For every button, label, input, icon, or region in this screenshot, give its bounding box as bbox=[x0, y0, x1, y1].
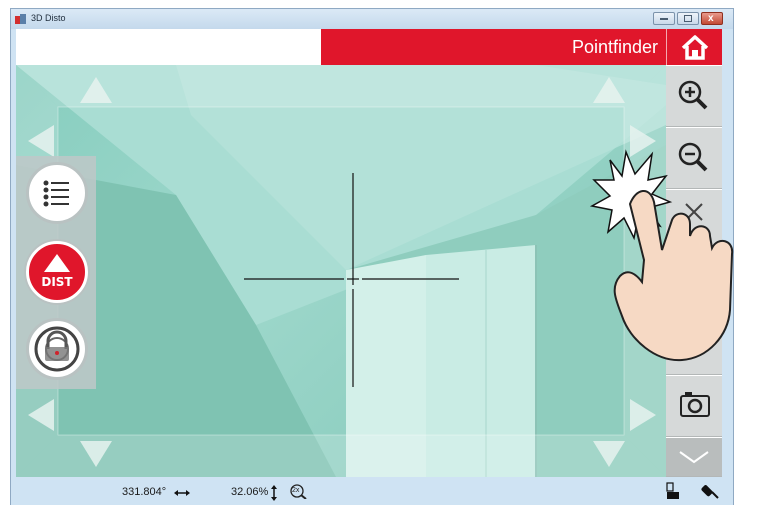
vertical-percent: 32.06% bbox=[231, 486, 269, 498]
pan-up-left-icon[interactable] bbox=[78, 75, 114, 105]
dist-label: DIST bbox=[41, 275, 73, 289]
horizontal-angle: 331.804° bbox=[122, 486, 167, 498]
header-blank bbox=[16, 29, 321, 65]
target-lock-icon bbox=[34, 326, 80, 372]
pan-right-bottom-icon[interactable] bbox=[628, 397, 658, 433]
list-button[interactable] bbox=[26, 162, 88, 224]
minimize-button[interactable] bbox=[653, 12, 675, 25]
list-icon bbox=[43, 180, 69, 207]
camera-scene bbox=[16, 65, 666, 477]
pan-up-right-icon[interactable] bbox=[591, 75, 627, 105]
maximize-button[interactable] bbox=[677, 12, 699, 25]
triangle-up-icon bbox=[44, 254, 70, 272]
home-icon bbox=[681, 35, 709, 60]
tap-gesture-icon bbox=[590, 149, 734, 362]
camera-viewport[interactable] bbox=[16, 65, 666, 477]
dist-button[interactable]: DIST bbox=[26, 241, 88, 303]
home-button[interactable] bbox=[666, 29, 722, 65]
zoom-level: 2x bbox=[292, 487, 300, 494]
window-title: 3D Disto bbox=[31, 13, 66, 23]
pan-down-left-icon[interactable] bbox=[78, 439, 114, 469]
app-icon bbox=[15, 14, 26, 24]
header-bar: Pointfinder bbox=[321, 29, 666, 65]
horizontal-arrow-icon bbox=[174, 490, 190, 496]
more-button[interactable] bbox=[666, 437, 722, 477]
device-status-icon bbox=[666, 482, 679, 499]
status-bar: 331.804° 32.06% 2x bbox=[11, 477, 733, 505]
title-bar[interactable]: 3D Disto x bbox=[11, 9, 733, 29]
vertical-arrow-icon bbox=[271, 485, 277, 501]
laser-pointer-icon bbox=[701, 485, 719, 499]
zoom-in-icon bbox=[678, 80, 708, 110]
close-button[interactable]: x bbox=[701, 12, 723, 25]
camera-icon bbox=[680, 392, 710, 417]
camera-button[interactable] bbox=[666, 375, 722, 437]
chevron-down-icon bbox=[679, 451, 709, 464]
zoom-in-button[interactable] bbox=[666, 65, 722, 127]
lock-target-button[interactable] bbox=[26, 318, 88, 380]
zoom-indicator: 2x bbox=[289, 483, 311, 499]
pan-down-right-icon[interactable] bbox=[591, 439, 627, 469]
page-title: Pointfinder bbox=[571, 37, 658, 57]
left-tool-panel: DIST bbox=[16, 156, 96, 389]
pan-left-bottom-icon[interactable] bbox=[26, 397, 56, 433]
pan-left-top-icon[interactable] bbox=[26, 123, 56, 159]
